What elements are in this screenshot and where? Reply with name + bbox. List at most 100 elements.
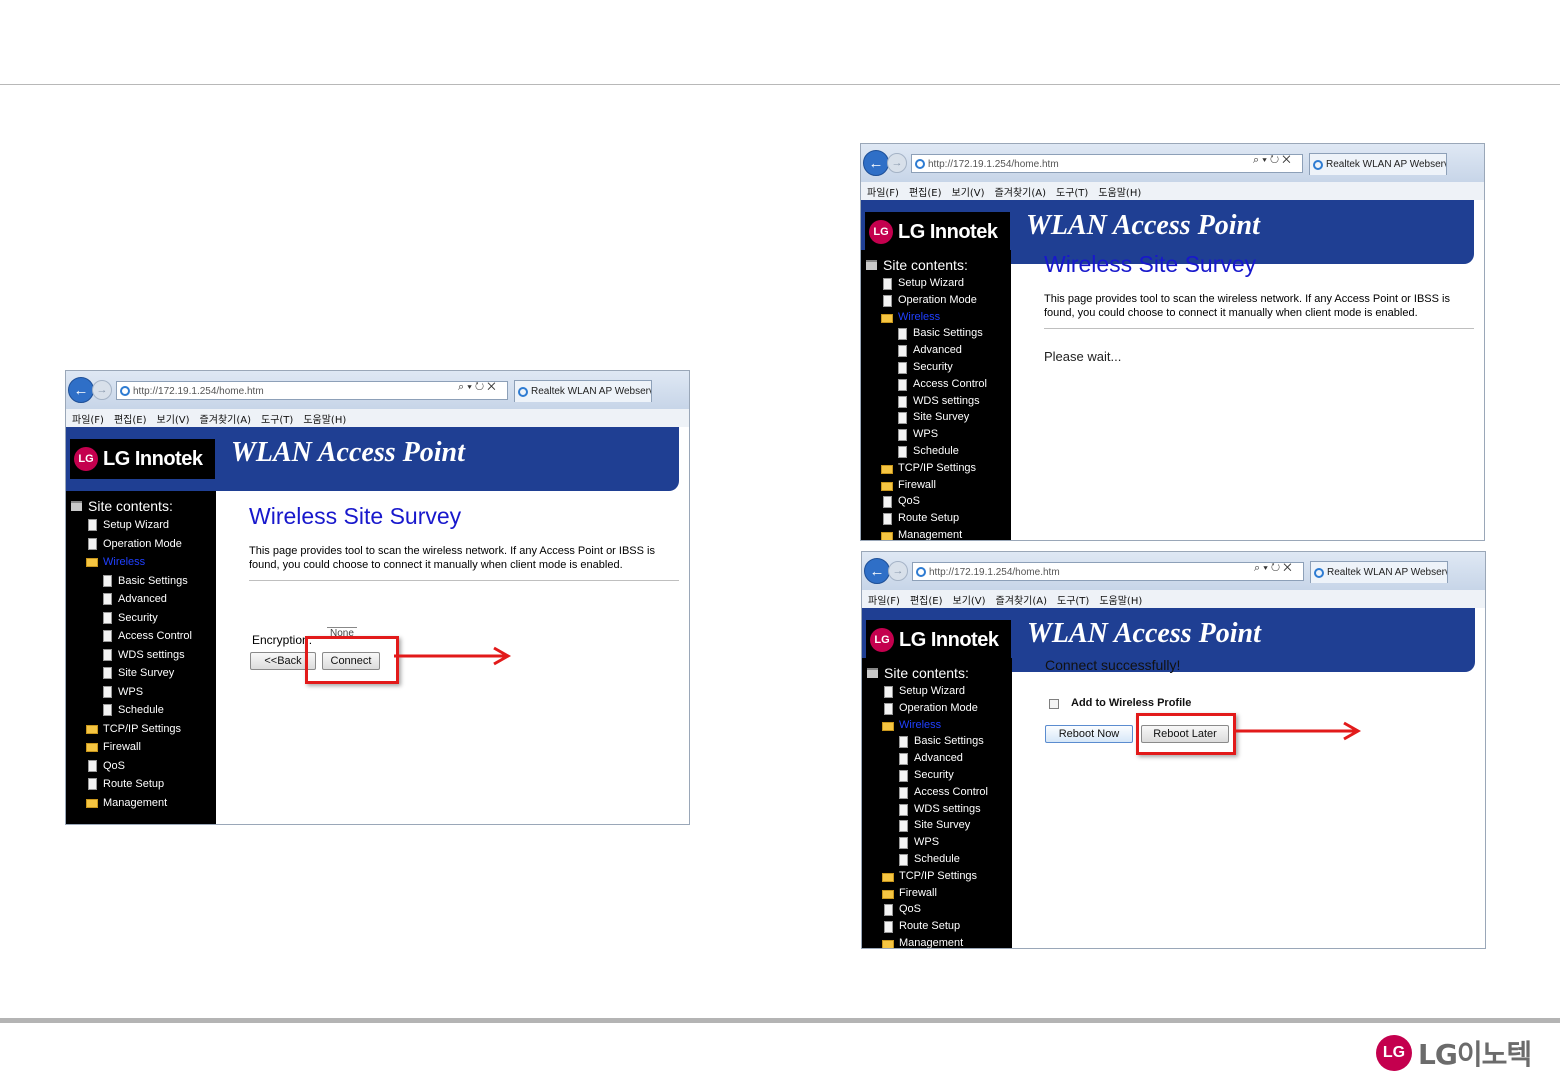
page-icon <box>103 648 112 661</box>
nav-item-advanced[interactable]: Advanced <box>862 750 1012 767</box>
nav-item-wps[interactable]: WPS <box>861 426 1011 443</box>
forward-arrow-icon[interactable]: → <box>888 561 908 581</box>
nav-item-wireless[interactable]: Wireless <box>862 717 1012 734</box>
menu-edit[interactable]: 편집(E) <box>910 592 943 607</box>
nav-item-schedule[interactable]: Schedule <box>861 443 1011 460</box>
reboot-now-button[interactable]: Reboot Now <box>1045 725 1133 743</box>
ie-icon <box>120 386 130 396</box>
menu-view[interactable]: 보기(V) <box>157 411 190 426</box>
nav-item-security[interactable]: Security <box>861 359 1011 376</box>
nav-item-wps[interactable]: WPS <box>66 683 216 702</box>
menu-favorites[interactable]: 즐겨찾기(A) <box>995 184 1046 199</box>
menu-view[interactable]: 보기(V) <box>953 592 986 607</box>
address-controls[interactable]: ⌕ ▾ ↻ ✕ <box>1254 562 1292 575</box>
nav-item-qos[interactable]: QoS <box>861 493 1011 510</box>
nav-item-firewall[interactable]: Firewall <box>66 738 216 757</box>
nav-item-label: Route Setup <box>103 778 165 790</box>
menu-help[interactable]: 도움말(H) <box>1099 592 1142 607</box>
menu-tools[interactable]: 도구(T) <box>261 411 293 426</box>
nav-item-label: Route Setup <box>898 512 960 525</box>
forward-arrow-icon[interactable]: → <box>887 153 907 173</box>
menu-edit[interactable]: 편집(E) <box>114 411 147 426</box>
nav-item-management[interactable]: Management <box>66 794 216 813</box>
page-icon <box>88 759 97 772</box>
nav-item-access-control[interactable]: Access Control <box>862 784 1012 801</box>
nav-item-wds-settings[interactable]: WDS settings <box>862 801 1012 818</box>
nav-item-advanced[interactable]: Advanced <box>861 342 1011 359</box>
menu-edit[interactable]: 편집(E) <box>909 184 942 199</box>
menu-favorites[interactable]: 즐겨찾기(A) <box>200 411 251 426</box>
menu-favorites[interactable]: 즐겨찾기(A) <box>996 592 1047 607</box>
menu-help[interactable]: 도움말(H) <box>303 411 346 426</box>
nav-item-operation-mode[interactable]: Operation Mode <box>66 535 216 554</box>
menu-view[interactable]: 보기(V) <box>952 184 985 199</box>
nav-item-setup-wizard[interactable]: Setup Wizard <box>861 275 1011 292</box>
nav-item-qos[interactable]: QoS <box>862 901 1012 918</box>
nav-item-setup-wizard[interactable]: Setup Wizard <box>66 516 216 535</box>
nav-item-security[interactable]: Security <box>862 767 1012 784</box>
menu-file[interactable]: 파일(F) <box>868 592 900 607</box>
nav-item-route-setup[interactable]: Route Setup <box>861 510 1011 527</box>
browser-tab[interactable]: Realtek WLAN AP Webserver × <box>1310 561 1448 583</box>
address-bar[interactable]: http://172.19.1.254/home.htm <box>912 562 1304 581</box>
nav-item-access-control[interactable]: Access Control <box>66 627 216 646</box>
address-controls[interactable]: ⌕ ▾ ↻ ✕ <box>1253 154 1291 167</box>
nav-item-label: WDS settings <box>913 394 980 407</box>
nav-item-management[interactable]: Management <box>862 935 1012 948</box>
nav-item-wds-settings[interactable]: WDS settings <box>66 646 216 665</box>
nav-item-firewall[interactable]: Firewall <box>862 885 1012 902</box>
nav-item-wps[interactable]: WPS <box>862 834 1012 851</box>
nav-item-wds-settings[interactable]: WDS settings <box>861 393 1011 410</box>
add-profile-checkbox[interactable] <box>1049 699 1059 709</box>
bottom-divider <box>0 1018 1560 1023</box>
lg-logo-icon: LG <box>74 447 98 471</box>
app-header: LG LG Innotek WLAN Access Point <box>66 427 679 491</box>
nav-item-route-setup[interactable]: Route Setup <box>862 918 1012 935</box>
address-bar[interactable]: http://172.19.1.254/home.htm <box>911 154 1303 173</box>
nav-item-basic-settings[interactable]: Basic Settings <box>861 325 1011 342</box>
nav-item-basic-settings[interactable]: Basic Settings <box>862 733 1012 750</box>
nav-item-schedule[interactable]: Schedule <box>66 701 216 720</box>
nav-item-access-control[interactable]: Access Control <box>861 376 1011 393</box>
menu-tools[interactable]: 도구(T) <box>1057 592 1089 607</box>
nav-item-security[interactable]: Security <box>66 609 216 628</box>
back-arrow-icon[interactable]: ← <box>863 150 889 176</box>
nav-item-firewall[interactable]: Firewall <box>861 477 1011 494</box>
nav-item-basic-settings[interactable]: Basic Settings <box>66 572 216 591</box>
nav-item-tcp-ip-settings[interactable]: TCP/IP Settings <box>862 868 1012 885</box>
address-bar[interactable]: http://172.19.1.254/home.htm <box>116 381 508 400</box>
menu-tools[interactable]: 도구(T) <box>1056 184 1088 199</box>
nav-item-schedule[interactable]: Schedule <box>862 851 1012 868</box>
back-arrow-icon[interactable]: ← <box>68 377 94 403</box>
folder-icon <box>881 313 893 323</box>
nav-item-label: Advanced <box>118 593 167 605</box>
nav-item-route-setup[interactable]: Route Setup <box>66 775 216 794</box>
nav-item-qos[interactable]: QoS <box>66 757 216 776</box>
browser-tab[interactable]: Realtek WLAN AP Webserver × <box>1309 153 1447 175</box>
menu-file[interactable]: 파일(F) <box>72 411 104 426</box>
address-controls[interactable]: ⌕ ▾ ↻ ✕ <box>458 381 496 394</box>
highlight-box <box>1136 713 1236 755</box>
browser-tab[interactable]: Realtek WLAN AP Webserver × <box>514 380 652 402</box>
nav-item-wireless[interactable]: Wireless <box>66 553 216 572</box>
nav-item-tcp-ip-settings[interactable]: TCP/IP Settings <box>66 720 216 739</box>
nav-item-site-survey[interactable]: Site Survey <box>861 409 1011 426</box>
brand-logo: LG LG Innotek <box>866 620 1011 660</box>
nav-item-wireless[interactable]: Wireless <box>861 309 1011 326</box>
menu-file[interactable]: 파일(F) <box>867 184 899 199</box>
forward-arrow-icon[interactable]: → <box>92 380 112 400</box>
nav-item-operation-mode[interactable]: Operation Mode <box>861 292 1011 309</box>
page-icon <box>898 429 907 442</box>
back-arrow-icon[interactable]: ← <box>864 558 890 584</box>
nav-item-site-survey[interactable]: Site Survey <box>66 664 216 683</box>
nav-item-site-survey[interactable]: Site Survey <box>862 817 1012 834</box>
nav-item-advanced[interactable]: Advanced <box>66 590 216 609</box>
menu-help[interactable]: 도움말(H) <box>1098 184 1141 199</box>
nav-item-tcp-ip-settings[interactable]: TCP/IP Settings <box>861 460 1011 477</box>
nav-item-operation-mode[interactable]: Operation Mode <box>862 700 1012 717</box>
nav-item-label: Wireless <box>103 556 146 568</box>
nav-item-label: Firewall <box>103 741 141 753</box>
nav-item-management[interactable]: Management <box>861 527 1011 540</box>
page-icon <box>899 803 908 816</box>
nav-item-setup-wizard[interactable]: Setup Wizard <box>862 683 1012 700</box>
